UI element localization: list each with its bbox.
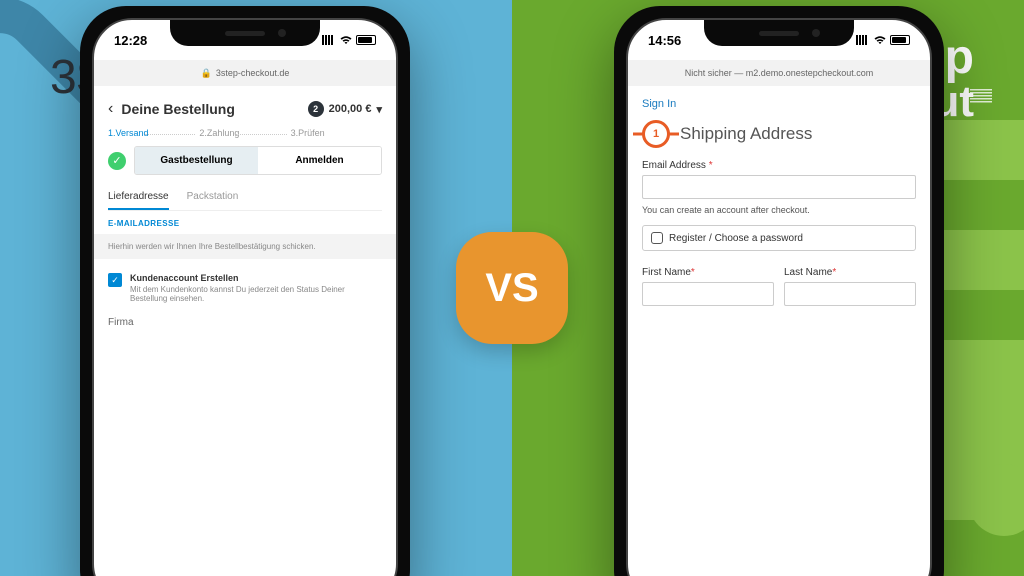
firstname-input[interactable]: [642, 282, 774, 306]
email-label: Email Address *: [642, 160, 916, 171]
register-row[interactable]: Register / Choose a password: [642, 225, 916, 251]
firstname-label: First Name*: [642, 267, 774, 278]
lastname-label: Last Name*: [784, 267, 916, 278]
phone-notch: [704, 20, 854, 46]
step-number-icon: 1: [642, 120, 670, 148]
url-text: Nicht sicher — m2.demo.onestepcheckout.c…: [685, 68, 874, 78]
account-note: You can create an account after checkout…: [642, 205, 916, 215]
status-time: 12:28: [114, 33, 147, 48]
page-title: Deine Bestellung: [121, 101, 299, 117]
brand-dots-icon: [970, 89, 992, 103]
right-panel: 1 neStep Checkout 14:56: [512, 0, 1024, 576]
phone-notch: [170, 20, 320, 46]
left-panel: 3StepCheckout 12:28 🔒 3ste: [0, 0, 512, 576]
signal-icon: [322, 35, 336, 45]
guest-button[interactable]: Gastbestellung: [135, 147, 258, 174]
status-time: 14:56: [648, 33, 681, 48]
url-bar: Nicht sicher — m2.demo.onestepcheckout.c…: [628, 60, 930, 86]
step-zahlung[interactable]: 2.Zahlung: [199, 128, 290, 138]
url-text: 3step-checkout.de: [216, 68, 290, 78]
register-checkbox[interactable]: [651, 232, 663, 244]
lastname-input[interactable]: [784, 282, 916, 306]
step-versand[interactable]: 1.Versand: [108, 128, 199, 138]
login-button[interactable]: Anmelden: [258, 147, 381, 174]
tab-lieferadresse[interactable]: Lieferadresse: [108, 185, 169, 210]
status-icons: [322, 33, 376, 48]
phone-mockup-right: 14:56 Nicht sicher — m2.demo.onestepchec…: [614, 6, 944, 576]
email-input[interactable]: [642, 175, 916, 199]
guest-login-toggle: Gastbestellung Anmelden: [134, 146, 382, 175]
phone-mockup-left: 12:28 🔒 3step-checkout.de ‹: [80, 6, 410, 576]
wifi-icon: [873, 33, 887, 48]
step-pruefen[interactable]: 3.Prüfen: [291, 128, 382, 138]
battery-icon: [356, 35, 376, 45]
create-account-title: Kundenaccount Erstellen: [130, 273, 382, 283]
create-account-checkbox[interactable]: ✓: [108, 273, 122, 287]
register-label: Register / Choose a password: [669, 233, 803, 244]
cart-amount: 200,00 €: [329, 103, 372, 115]
sign-in-link[interactable]: Sign In: [642, 98, 916, 110]
status-icons: [856, 33, 910, 48]
checkout-steps: 1.Versand 2.Zahlung 3.Prüfen: [108, 128, 382, 138]
email-hint: Hierhin werden wir Ihnen Ihre Bestellbes…: [94, 234, 396, 259]
section-title: Shipping Address: [680, 124, 812, 144]
signal-icon: [856, 35, 870, 45]
firma-label: Firma: [108, 317, 382, 328]
cart-total[interactable]: 2 200,00 € ▾: [308, 101, 382, 117]
back-icon[interactable]: ‹: [108, 100, 113, 118]
vs-badge: VS: [456, 232, 568, 344]
lock-icon: 🔒: [201, 68, 212, 79]
wifi-icon: [339, 33, 353, 48]
address-tabs: Lieferadresse Packstation: [108, 185, 382, 211]
tab-packstation[interactable]: Packstation: [187, 185, 239, 210]
url-bar: 🔒 3step-checkout.de: [94, 60, 396, 86]
battery-icon: [890, 35, 910, 45]
check-icon: ✓: [108, 152, 126, 170]
chevron-down-icon: ▾: [376, 103, 382, 116]
email-section-label: E-MAILADRESSE: [108, 219, 382, 228]
cart-count-badge: 2: [308, 101, 324, 117]
create-account-desc: Mit dem Kundenkonto kannst Du jederzeit …: [130, 285, 382, 303]
